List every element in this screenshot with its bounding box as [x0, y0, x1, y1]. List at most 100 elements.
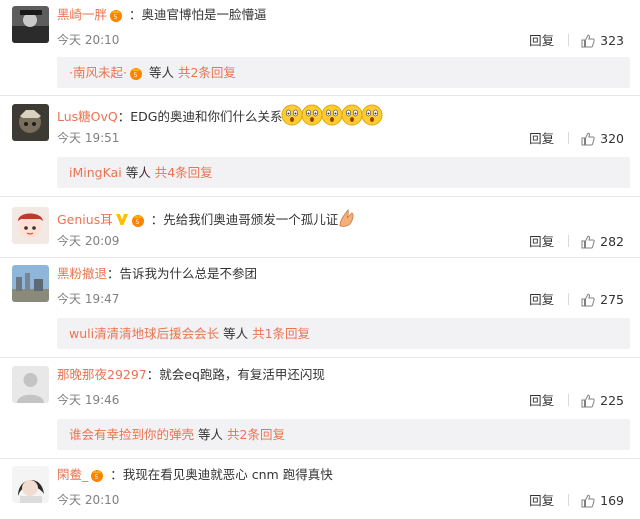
divider	[0, 95, 640, 96]
comment-actions: 回复 282	[529, 231, 624, 252]
comment-actions: 回复 225	[529, 390, 624, 411]
thumbs-up-icon	[581, 494, 595, 511]
avatar[interactable]	[12, 466, 49, 503]
comment-line: 那晚那夜29297：就会eq跑路，有复活甲还闪现	[57, 366, 325, 384]
sub-reply-user-link[interactable]: 谁会有幸捡到你的弹壳	[69, 427, 194, 442]
colon-separator: ：	[150, 212, 164, 227]
thumbs-up-icon	[581, 293, 595, 310]
sub-reply-user-link[interactable]: iMingKai	[69, 165, 122, 180]
divider	[0, 196, 640, 197]
like-button[interactable]: 275	[581, 292, 624, 307]
action-divider	[568, 34, 570, 46]
comment-line: Lus糖OvQ：EDG的奥迪和你们什么关系	[57, 104, 383, 131]
like-button[interactable]: 320	[581, 131, 624, 146]
like-count: 282	[600, 234, 624, 249]
vip-crown-badge: 5	[109, 8, 126, 27]
sub-reply-user-link[interactable]: ·南风未起·	[69, 65, 127, 80]
svg-text:5: 5	[114, 14, 118, 21]
thumbs-up-icon	[581, 132, 595, 149]
vip-crown-badge: 5	[90, 468, 107, 487]
comment-actions: 回复 169	[529, 490, 624, 511]
like-count: 320	[600, 131, 624, 146]
comment-time: 今天 20:09	[57, 234, 120, 248]
sub-reply-etc: 等人	[198, 427, 224, 442]
verified-v-icon	[115, 213, 129, 231]
sub-reply-etc: 等人	[148, 65, 174, 80]
username-link[interactable]: 黑崎一胖	[57, 7, 107, 22]
reply-button[interactable]: 回复	[529, 234, 554, 249]
reply-button[interactable]: 回复	[529, 33, 554, 48]
comment-text: 我现在看见奥迪就恶心 cnm 跑得真快	[122, 467, 333, 482]
sub-reply-summary[interactable]: 谁会有幸捡到你的弹壳 等人 共2条回复	[57, 419, 630, 450]
username-link[interactable]: 閑鲞_	[57, 467, 88, 482]
action-divider	[568, 132, 570, 144]
like-count: 275	[600, 292, 624, 307]
sub-reply-summary[interactable]: ·南风未起· 5 等人 共2条回复	[57, 57, 630, 88]
reply-button[interactable]: 回复	[529, 131, 554, 146]
view-replies-link[interactable]: 共4条回复	[155, 165, 213, 180]
comment-text: 奥迪官博怕是一脸懵逼	[141, 7, 267, 22]
comment-text: 先给我们奥迪哥颁发一个孤儿证	[163, 212, 339, 227]
comment-time: 今天 19:51	[57, 131, 120, 145]
vip-crown-badge: 5	[131, 213, 148, 232]
comment-line: 黑崎一胖 5 ：奥迪官博怕是一脸懵逼	[57, 6, 267, 27]
comment-time: 今天 20:10	[57, 493, 120, 507]
view-replies-link[interactable]: 共2条回复	[227, 427, 285, 442]
reply-button[interactable]: 回复	[529, 292, 554, 307]
view-replies-link[interactable]: 共1条回复	[252, 326, 310, 341]
like-button[interactable]: 282	[581, 234, 624, 249]
like-count: 323	[600, 33, 624, 48]
svg-text:5: 5	[135, 219, 139, 226]
action-divider	[568, 235, 570, 247]
avatar[interactable]	[12, 366, 49, 403]
comment-time: 今天 19:46	[57, 393, 120, 407]
comment-text: EDG的奥迪和你们什么关系	[130, 109, 283, 124]
colon-separator: ：	[146, 367, 160, 382]
avatar[interactable]	[12, 265, 49, 302]
action-divider	[568, 494, 570, 506]
colon-separator: ：	[117, 109, 131, 124]
sub-reply-etc: 等人	[223, 326, 249, 341]
username-link[interactable]: Genius耳	[57, 212, 113, 227]
surprised-emoji	[321, 104, 343, 131]
comment-item: Genius耳 5 ：先给我们奥迪哥颁发一个孤儿证 今天 20:09 回复 282	[0, 207, 640, 257]
like-button[interactable]: 169	[581, 493, 624, 508]
pray-hands-emoji	[336, 207, 358, 234]
comment-item: 黑粉撤退：告诉我为什么总是不参团 今天 19:47 回复 275	[0, 265, 640, 325]
surprised-emoji	[361, 104, 383, 131]
reply-button[interactable]: 回复	[529, 393, 554, 408]
comment-line: 黑粉撤退：告诉我为什么总是不参团	[57, 265, 257, 283]
colon-separator: ：	[107, 266, 120, 281]
username-link[interactable]: 那晚那夜29297	[57, 367, 147, 382]
vip-crown-badge: 5	[129, 60, 146, 91]
comment-line: Genius耳 5 ：先给我们奥迪哥颁发一个孤儿证	[57, 207, 358, 234]
comment-time: 今天 19:47	[57, 292, 120, 306]
avatar[interactable]	[12, 6, 49, 43]
sub-reply-summary[interactable]: iMingKai 等人 共4条回复	[57, 157, 630, 188]
comment-line: 閑鲞_ 5 ：我现在看见奥迪就恶心 cnm 跑得真快	[57, 466, 333, 487]
surprised-emoji	[341, 104, 363, 131]
divider	[0, 357, 640, 358]
like-count: 225	[600, 393, 624, 408]
view-replies-link[interactable]: 共2条回复	[178, 65, 236, 80]
sub-reply-summary[interactable]: wuli清清清地球后援会会长 等人 共1条回复	[57, 318, 630, 349]
username-link[interactable]: Lus糖OvQ	[57, 109, 118, 124]
like-button[interactable]: 323	[581, 33, 624, 48]
sub-reply-user-link[interactable]: wuli清清清地球后援会会长	[69, 326, 219, 341]
thumbs-up-icon	[581, 235, 595, 252]
avatar[interactable]	[12, 207, 49, 244]
comment-time: 今天 20:10	[57, 33, 120, 47]
comment-text: 就会eq跑路，有复活甲还闪现	[159, 367, 325, 382]
like-button[interactable]: 225	[581, 393, 624, 408]
divider	[0, 257, 640, 258]
colon-separator: ：	[129, 7, 142, 22]
comment-actions: 回复 323	[529, 30, 624, 51]
reply-button[interactable]: 回复	[529, 493, 554, 508]
surprised-emoji	[281, 104, 303, 131]
avatar[interactable]	[12, 104, 49, 141]
svg-text:5: 5	[133, 72, 137, 79]
username-link[interactable]: 黑粉撤退	[57, 266, 107, 281]
comment-item: Lus糖OvQ：EDG的奥迪和你们什么关系 今天 19:51 回复 320	[0, 104, 640, 164]
sub-reply-etc: 等人	[125, 165, 151, 180]
comment-text: 告诉我为什么总是不参团	[119, 266, 258, 281]
